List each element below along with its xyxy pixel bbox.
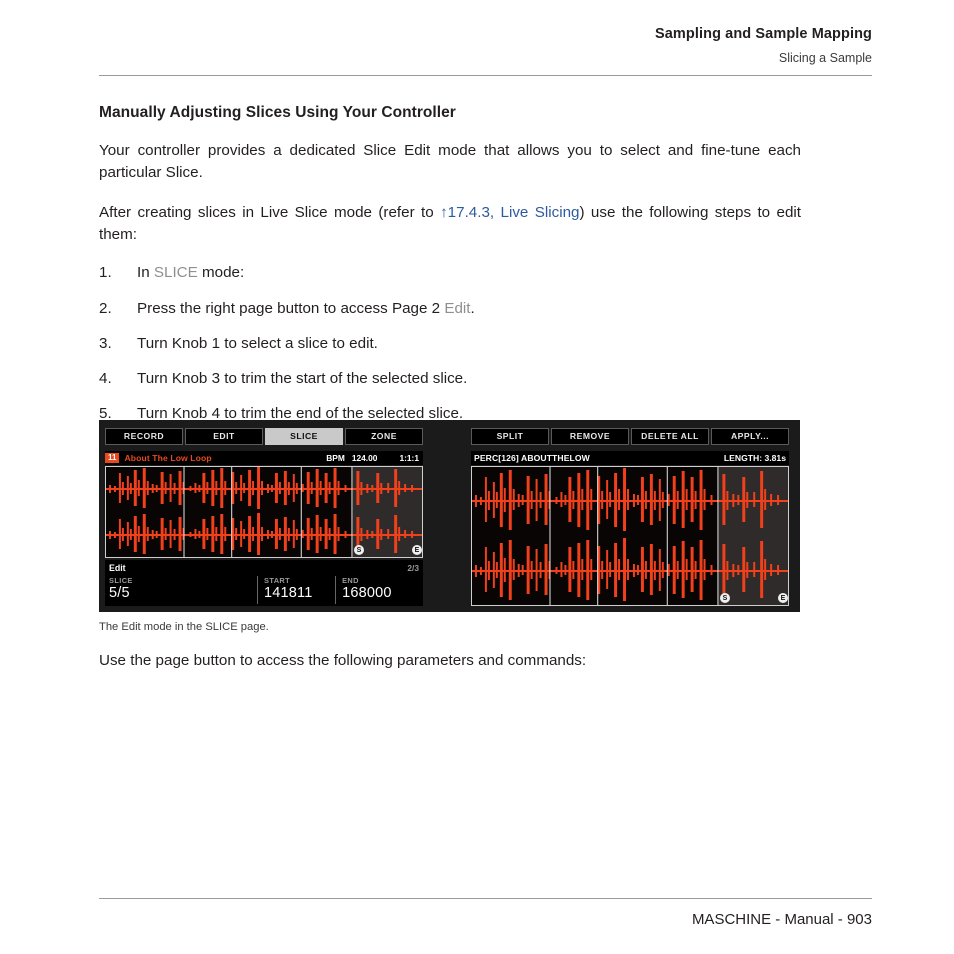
parameter-end[interactable]: END 168000: [335, 576, 419, 604]
controller-displays-figure: RECORD EDIT SLICE ZONE 11 About The Low …: [99, 420, 800, 612]
position-value: 1:1:1: [399, 453, 419, 463]
slice-end-marker[interactable]: E: [412, 545, 422, 555]
tab-zone[interactable]: ZONE: [345, 428, 423, 445]
sample-length-label: LENGTH: 3.81s: [723, 453, 786, 463]
list-item: 3. Turn Knob 1 to select a slice to edit.: [99, 333, 801, 354]
steps-intro-paragraph: After creating slices in Live Slice mode…: [99, 202, 801, 245]
list-item-text-after: .: [470, 299, 475, 317]
list-item-number: 4.: [99, 370, 112, 388]
right-display-sample-infobar: PERC[126] ABOUTTHELOW LENGTH: 3.81s: [471, 451, 789, 465]
left-display-panel: RECORD EDIT SLICE ZONE 11 About The Low …: [99, 420, 429, 612]
list-item-text-before: Turn Knob 3 to trim the start of the sel…: [137, 370, 468, 388]
sample-name-label: About The Low Loop: [124, 453, 212, 463]
parameter-slice-label: SLICE: [109, 576, 133, 585]
parameter-end-label: END: [342, 576, 359, 585]
list-item-number: 2.: [99, 299, 112, 317]
list-item: 1. In SLICE mode:: [99, 262, 801, 283]
steps-intro-before: After creating slices in Live Slice mode…: [99, 204, 441, 222]
document-page: Sampling and Sample Mapping Slicing a Sa…: [0, 0, 954, 954]
running-head: Sampling and Sample Mapping Slicing a Sa…: [99, 26, 872, 66]
list-item: 2. Press the right page button to access …: [99, 298, 801, 319]
list-item-text-before: Press the right page button to access Pa…: [137, 299, 445, 317]
apply-button[interactable]: APPLY...: [711, 428, 789, 445]
parameter-slice[interactable]: SLICE 5/5: [109, 576, 257, 604]
delete-all-button[interactable]: DELETE ALL: [631, 428, 709, 445]
list-item-number: 1.: [99, 264, 112, 282]
parameter-columns: SLICE 5/5 START 141811 END 168000: [109, 576, 419, 604]
parameter-page-header: Edit 2/3: [109, 562, 419, 574]
waveform-graphic: [472, 467, 788, 605]
slice-end-marker[interactable]: E: [778, 593, 788, 603]
remove-button[interactable]: REMOVE: [551, 428, 629, 445]
parameter-strip: Edit 2/3 SLICE 5/5 START 141811 END 1680…: [105, 560, 423, 606]
running-head-subtitle: Slicing a Sample: [778, 51, 872, 66]
list-item-text-after: mode:: [197, 264, 245, 282]
intro-paragraph: Your controller provides a dedicated Sli…: [99, 142, 801, 181]
parameter-page-index: 2/3: [407, 563, 419, 573]
bpm-label: BPM: [326, 453, 345, 463]
tab-record[interactable]: RECORD: [105, 428, 183, 445]
pad-number-badge: 11: [105, 453, 120, 463]
slice-start-marker[interactable]: S: [354, 545, 364, 555]
right-waveform-view[interactable]: S E: [471, 466, 789, 606]
tab-slice[interactable]: SLICE: [265, 428, 343, 445]
parameter-slice-value: 5/5: [109, 585, 130, 601]
page-footer: MASCHINE - Manual - 903: [691, 911, 872, 928]
list-item-text-before: Turn Knob 1 to select a slice to edit.: [137, 334, 378, 352]
list-item-term: Edit: [444, 299, 471, 317]
slice-start-marker[interactable]: S: [720, 593, 730, 603]
bpm-value: 124.00: [351, 453, 378, 463]
left-display-tab-row: RECORD EDIT SLICE ZONE: [105, 428, 423, 445]
list-item-term: SLICE: [153, 264, 198, 282]
right-display-button-row: SPLIT REMOVE DELETE ALL APPLY...: [471, 428, 789, 445]
waveform-graphic: [106, 467, 422, 557]
page-title: Manually Adjusting Slices Using Your Con…: [99, 104, 456, 121]
page-content: Manually Adjusting Slices Using Your Con…: [99, 104, 872, 474]
left-waveform-view[interactable]: S E: [105, 466, 423, 558]
footer-divider: [99, 898, 872, 899]
parameter-page-title: Edit: [109, 563, 126, 573]
list-item-text-before: In: [137, 264, 154, 282]
parameter-start[interactable]: START 141811: [257, 576, 335, 604]
split-button[interactable]: SPLIT: [471, 428, 549, 445]
cross-reference-link[interactable]: ↑17.4.3, Live Slicing: [440, 204, 579, 221]
parameter-end-value: 168000: [342, 585, 392, 601]
right-display-panel: SPLIT REMOVE DELETE ALL APPLY... PERC[12…: [465, 420, 795, 612]
header-divider: [99, 75, 872, 76]
running-head-title: Sampling and Sample Mapping: [655, 26, 872, 42]
left-display-sample-infobar: 11 About The Low Loop BPM 124.00 1:1:1: [105, 451, 423, 465]
list-item-number: 3.: [99, 334, 112, 352]
parameter-start-value: 141811: [264, 585, 313, 601]
figure-caption: The Edit mode in the SLICE page.: [99, 621, 269, 633]
right-sample-name-label: PERC[126] ABOUTTHELOW: [474, 453, 590, 463]
trailing-paragraph: Use the page button to access the follow…: [99, 652, 587, 669]
list-item: 4. Turn Knob 3 to trim the start of the s…: [99, 368, 801, 389]
parameter-start-label: START: [264, 576, 291, 585]
tab-edit[interactable]: EDIT: [185, 428, 263, 445]
